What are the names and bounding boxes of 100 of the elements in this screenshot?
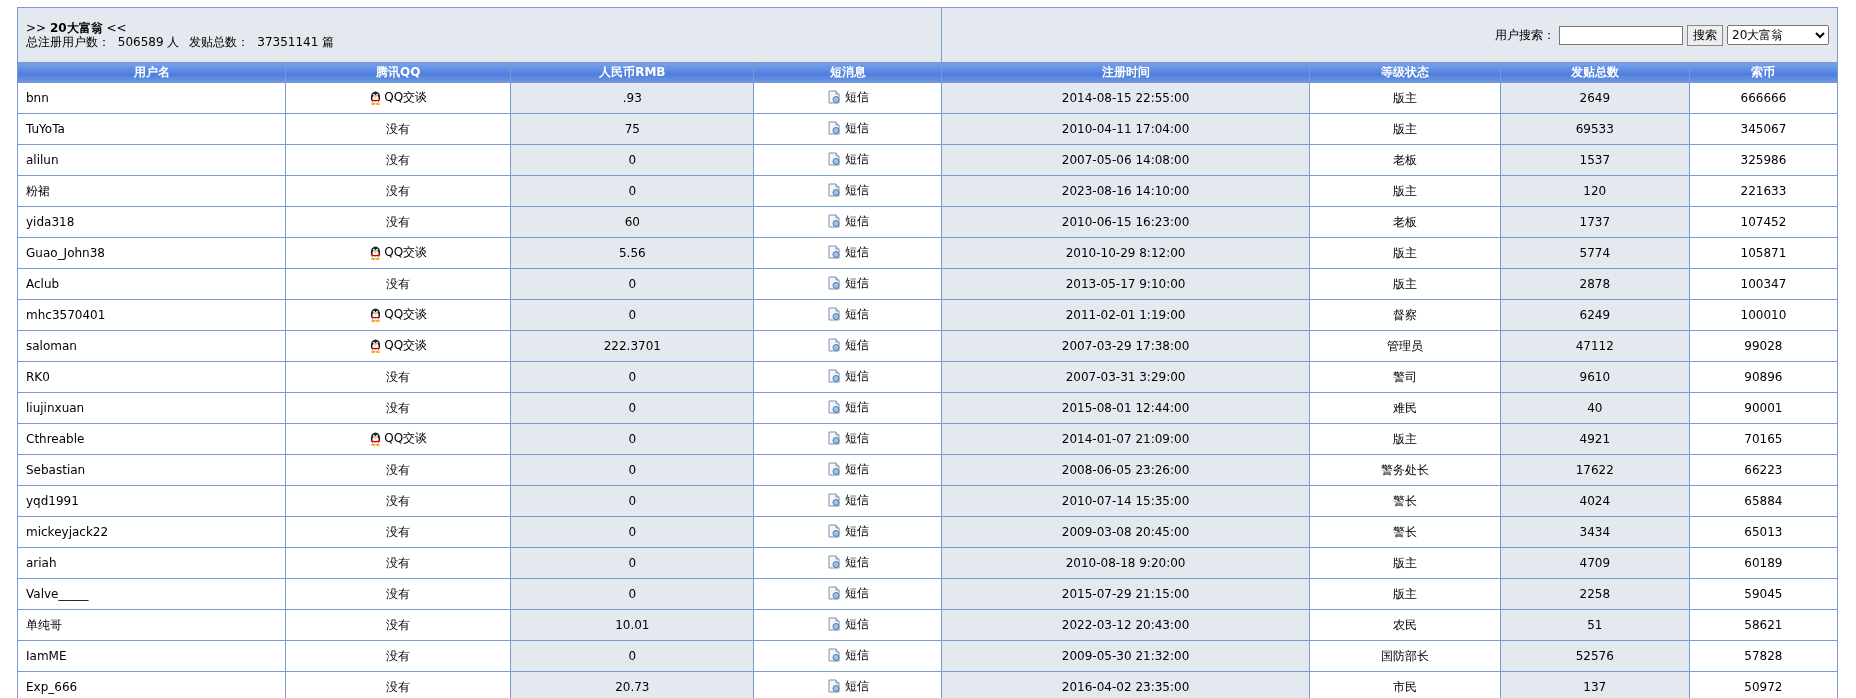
- table-cell: 345067: [1740, 122, 1787, 136]
- table-cell: 没有: [386, 462, 411, 477]
- table-cell: 99028: [1744, 339, 1783, 353]
- table-cell: 107452: [1740, 215, 1787, 229]
- message-link[interactable]: 短信: [826, 460, 869, 478]
- qq-chat-link[interactable]: QQ交谈: [369, 336, 428, 354]
- message-link[interactable]: 短信: [826, 181, 869, 199]
- search-button[interactable]: 搜索: [1687, 24, 1723, 46]
- username-link[interactable]: bnn: [26, 91, 49, 105]
- message-link[interactable]: 短信: [826, 305, 869, 323]
- table-cell: 0: [628, 184, 637, 198]
- username-link[interactable]: alilun: [26, 153, 59, 167]
- username-link[interactable]: IamME: [26, 649, 67, 663]
- message-link[interactable]: 短信: [826, 615, 869, 633]
- table-cell: 4709: [1579, 556, 1611, 570]
- table-cell: 老板: [1392, 214, 1417, 229]
- table-cell: 版主: [1392, 431, 1417, 446]
- table-cell: 警务处长: [1380, 462, 1429, 477]
- search-field[interactable]: [1559, 25, 1683, 45]
- table-cell: 137: [1583, 680, 1607, 694]
- table-cell: 60: [624, 215, 640, 229]
- table-cell: 老板: [1392, 152, 1417, 167]
- table-cell: 20.73: [615, 680, 650, 694]
- penguin-icon: [369, 430, 383, 446]
- stat-value: 37351141 篇: [257, 35, 335, 49]
- message-link[interactable]: 短信: [826, 119, 869, 137]
- qq-chat-link[interactable]: QQ交谈: [369, 243, 428, 261]
- username-link[interactable]: yida318: [26, 215, 75, 229]
- stat-value: 506589 人: [117, 35, 180, 49]
- table-cell: 66223: [1744, 463, 1783, 477]
- table-cell: 57828: [1744, 649, 1783, 663]
- message-link[interactable]: 短信: [826, 584, 869, 602]
- table-cell: 51: [1587, 618, 1603, 632]
- table-cell: 17622: [1575, 463, 1614, 477]
- message-link[interactable]: 短信: [826, 367, 869, 385]
- message-link[interactable]: 短信: [826, 274, 869, 292]
- table-cell: 2010-10-29 8:12:00: [1065, 246, 1186, 260]
- table-cell: 222.3701: [603, 339, 661, 353]
- table-cell: 版主: [1392, 555, 1417, 570]
- table-cell: 2649: [1579, 91, 1611, 105]
- message-link[interactable]: 短信: [826, 522, 869, 540]
- stat-label: 发贴总数：: [189, 35, 250, 49]
- ranking-dropdown[interactable]: 20大富翁: [1727, 25, 1829, 45]
- document-icon: [826, 586, 841, 601]
- message-link[interactable]: 短信: [826, 398, 869, 416]
- qq-chat-link[interactable]: QQ交谈: [369, 88, 428, 106]
- message-link[interactable]: 短信: [826, 243, 869, 261]
- table-cell: 4024: [1579, 494, 1611, 508]
- table-cell: 没有: [386, 493, 411, 508]
- username-link[interactable]: liujinxuan: [26, 401, 85, 415]
- message-link[interactable]: 短信: [826, 212, 869, 230]
- username-link[interactable]: 粉裙: [26, 183, 50, 198]
- username-link[interactable]: mickeyjack22: [26, 525, 109, 539]
- table-cell: 版主: [1392, 245, 1417, 260]
- username-link[interactable]: yqd1991: [26, 494, 79, 508]
- username-link[interactable]: RK0: [26, 370, 50, 384]
- username-link[interactable]: TuYoTa: [26, 122, 65, 136]
- table-cell: 没有: [386, 648, 411, 663]
- document-icon: [826, 276, 841, 291]
- username-link[interactable]: Guao_John38: [26, 246, 105, 260]
- table-cell: 2016-04-02 23:35:00: [1061, 680, 1190, 694]
- table-cell: 10.01: [615, 618, 650, 632]
- table-cell: 版主: [1392, 276, 1417, 291]
- column-header: 用户名: [17, 62, 286, 83]
- table-cell: 65013: [1744, 525, 1783, 539]
- penguin-icon: [369, 337, 383, 353]
- table-cell: 60189: [1744, 556, 1783, 570]
- table-cell: 40: [1587, 401, 1603, 415]
- table-cell: 难民: [1392, 400, 1417, 415]
- table-cell: 2013-05-17 9:10:00: [1065, 277, 1186, 291]
- document-icon: [826, 648, 841, 663]
- qq-chat-link[interactable]: QQ交谈: [369, 429, 428, 447]
- username-link[interactable]: 单纯哥: [26, 617, 62, 632]
- table-cell: 4921: [1579, 432, 1611, 446]
- qq-chat-link[interactable]: QQ交谈: [369, 305, 428, 323]
- table-cell: 0: [628, 649, 637, 663]
- table-cell: 2010-07-14 15:35:00: [1061, 494, 1190, 508]
- message-link[interactable]: 短信: [826, 491, 869, 509]
- username-link[interactable]: saloman: [26, 339, 77, 353]
- message-link[interactable]: 短信: [826, 677, 869, 695]
- username-link[interactable]: Aclub: [26, 277, 60, 291]
- table-cell: 没有: [386, 524, 411, 539]
- table-cell: 0: [628, 401, 637, 415]
- username-link[interactable]: Valve_____: [26, 587, 89, 601]
- message-link[interactable]: 短信: [826, 553, 869, 571]
- username-link[interactable]: ariah: [26, 556, 57, 570]
- message-link[interactable]: 短信: [826, 88, 869, 106]
- username-link[interactable]: Sebastian: [26, 463, 86, 477]
- message-link[interactable]: 短信: [826, 646, 869, 664]
- message-link[interactable]: 短信: [826, 150, 869, 168]
- table-cell: 221633: [1740, 184, 1787, 198]
- message-link[interactable]: 短信: [826, 336, 869, 354]
- username-link[interactable]: Cthreable: [26, 432, 85, 446]
- message-link[interactable]: 短信: [826, 429, 869, 447]
- table-cell: 0: [628, 308, 637, 322]
- username-link[interactable]: Exp_666: [26, 680, 78, 694]
- username-link[interactable]: mhc3570401: [26, 308, 106, 322]
- penguin-icon: [369, 89, 383, 105]
- table-cell: 没有: [386, 617, 411, 632]
- table-cell: 59045: [1744, 587, 1783, 601]
